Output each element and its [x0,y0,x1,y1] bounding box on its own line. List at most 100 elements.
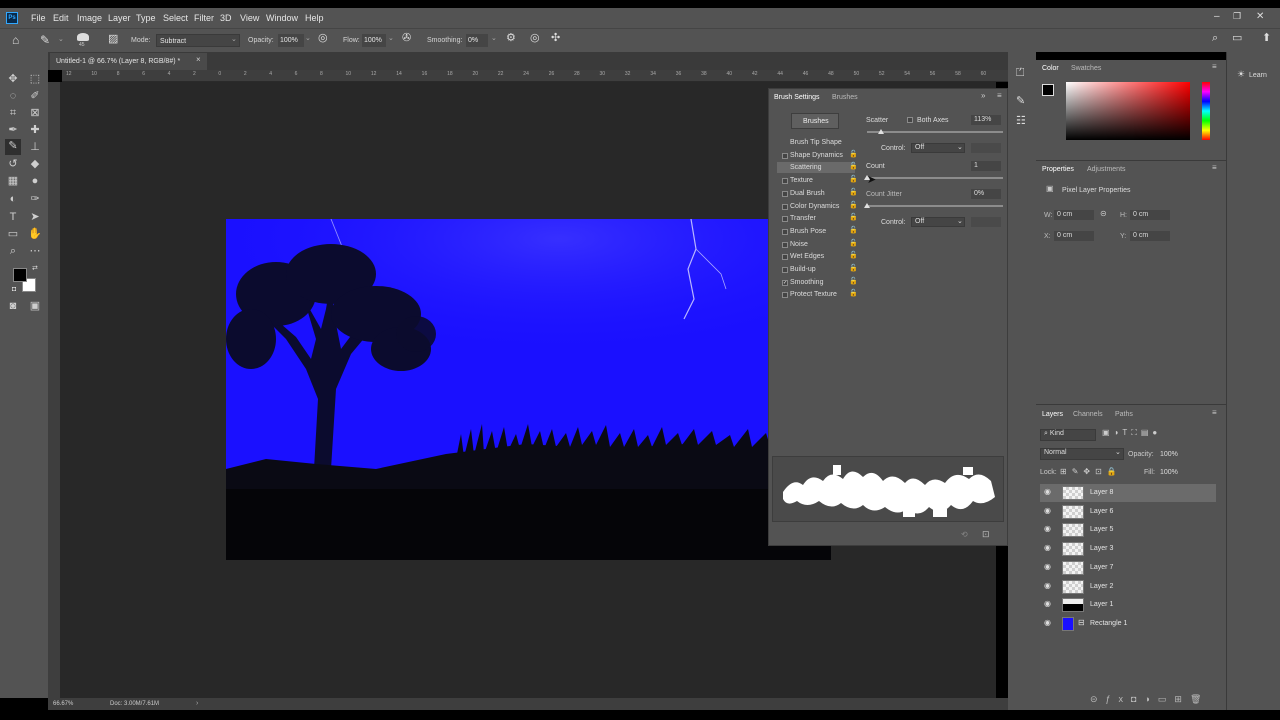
mode-select[interactable]: Subtract ⌄ [156,34,240,47]
quick-select-tool-icon[interactable]: ✐ [28,89,42,103]
quick-mask-icon[interactable]: ◙ [6,299,20,313]
eye-icon[interactable]: ◉ [1044,506,1051,515]
brush-option-checkbox[interactable] [782,254,788,261]
control2-select[interactable]: Off ⌄ [911,217,965,227]
brush-option-noise[interactable]: Noise [790,241,808,248]
photoshop-logo-icon[interactable]: Ps [6,12,18,24]
eye-icon[interactable]: ◉ [1044,544,1051,552]
hue-slider[interactable] [1202,82,1210,140]
x-input[interactable]: 0 cm [1054,231,1094,241]
menu-view[interactable]: View [240,14,259,23]
tab-brushes[interactable]: Brushes [832,94,858,101]
history-brush-tool-icon[interactable]: ↺ [6,157,20,171]
layer-row[interactable]: ◉ Layer 2 [1040,578,1216,596]
learn-label[interactable]: Learn [1249,72,1267,79]
airbrush-icon[interactable]: ✇ [402,33,411,44]
menu-image[interactable]: Image [77,14,102,23]
scatter-slider-thumb[interactable] [878,129,884,134]
chevron-right-icon[interactable]: › [196,700,198,707]
layer-opacity-value[interactable]: 100% [1160,451,1178,458]
menu-help[interactable]: Help [305,14,324,23]
brush-option-checkbox[interactable] [782,241,788,248]
chevron-down-icon[interactable]: ⌄ [388,35,394,42]
path-select-tool-icon[interactable]: ➤ [28,210,42,224]
count-jitter-slider[interactable] [867,205,1003,207]
type-tool-icon[interactable]: T [6,210,20,224]
brush-option-protect-texture[interactable]: Protect Texture [790,291,837,298]
stamp-tool-icon[interactable]: ⊥ [28,140,42,154]
eye-icon[interactable]: ◉ [1044,600,1051,608]
scatter-value-input[interactable]: 113% [971,115,1001,125]
brush-option-checkbox[interactable] [782,267,788,273]
pressure-opacity-icon[interactable]: ◎ [318,33,328,44]
brush-option-scattering[interactable]: Scattering [790,164,822,171]
tab-brush-settings[interactable]: Brush Settings [774,94,820,101]
healing-tool-icon[interactable]: ✚ [28,123,42,137]
gear-icon[interactable]: ⚙ [506,33,516,44]
h-input[interactable]: 0 cm [1130,210,1170,220]
lasso-tool-icon[interactable]: ◌ [6,89,20,103]
brush-option-wet-edges[interactable]: Wet Edges [790,253,824,260]
layer-row[interactable]: ◉ Layer 1 [1040,596,1216,614]
brush-tool-preset-icon[interactable]: ✎ [40,34,50,46]
control-select[interactable]: Off ⌄ [911,143,965,153]
share-icon[interactable]: ⬆ [1262,33,1271,44]
zoom-tool-icon[interactable]: ⌕ [6,244,20,258]
lock-icon[interactable]: 🔓 [849,227,858,234]
eye-icon[interactable]: ◉ [1044,562,1051,571]
create-brush-icon[interactable]: ⟲ [961,531,968,539]
menu-file[interactable]: File [31,14,46,23]
new-brush-icon[interactable]: ⊡ [982,530,990,539]
count-slider[interactable] [867,177,1003,179]
brush-option-smoothing[interactable]: Smoothing [790,279,823,286]
brush-option-dual-brush[interactable]: Dual Brush [790,190,825,197]
chevron-down-icon[interactable]: ⌄ [305,35,311,42]
brush-option-checkbox[interactable] [782,203,788,210]
brush-option-checkbox[interactable] [782,292,788,299]
frame-tool-icon[interactable]: ⊠ [28,106,42,120]
brush-settings-toggle-icon[interactable]: ▨ [108,34,118,45]
eraser-tool-icon[interactable]: ◆ [28,157,42,171]
brush-option-checkbox[interactable] [782,228,788,235]
brush-option-transfer[interactable]: Transfer [790,215,816,222]
eye-icon[interactable]: ◉ [1044,581,1051,590]
menu-type[interactable]: Type [136,14,156,23]
history-panel-icon[interactable]: ⏍ [1016,68,1024,79]
blur-tool-icon[interactable]: ● [28,174,42,188]
default-colors-icon[interactable]: ◘ [12,286,16,293]
collapse-panel-icon[interactable]: » [981,92,985,100]
eye-icon[interactable]: ◉ [1044,618,1051,627]
lock-icon[interactable]: 🔓 [849,176,858,183]
brushes-button[interactable]: Brushes [791,113,839,129]
eye-icon[interactable]: ◉ [1044,525,1051,533]
lightbulb-icon[interactable]: ☀ [1237,70,1245,79]
brush-option-checkbox[interactable] [782,178,788,185]
tab-channels[interactable]: Channels [1073,411,1103,418]
layer-row[interactable]: ◉ Layer 8 [1040,484,1216,502]
workspace-icon[interactable]: ▭ [1232,33,1242,44]
blend-mode-select[interactable]: Normal ⌄ [1040,448,1124,460]
lock-icon[interactable]: 🔓 [849,252,858,259]
foreground-color-chip[interactable] [1042,84,1054,96]
menu-filter[interactable]: Filter [194,14,214,23]
minimize-icon[interactable]: – [1214,12,1220,22]
menu-edit[interactable]: Edit [53,14,69,23]
layer-row[interactable]: ◉ Layer 6 [1040,503,1216,521]
screen-mode-icon[interactable]: ▣ [28,299,42,313]
shape-tool-icon[interactable]: ▭ [6,227,20,241]
layer-row[interactable]: ◉ Layer 5 [1040,521,1216,539]
w-input[interactable]: 0 cm [1054,210,1094,220]
brush-option-brush-pose[interactable]: Brush Pose [790,228,826,235]
gradient-tool-icon[interactable]: ▦ [6,174,20,188]
brush-option-checkbox[interactable] [782,216,788,223]
count-jitter-input[interactable]: 0% [971,189,1001,199]
layer-row[interactable]: ◉ ⊟ Rectangle 1 [1040,615,1216,633]
brush-option-checkbox[interactable] [782,190,788,197]
eyedropper-tool-icon[interactable]: ✒ [6,123,20,137]
lock-icon[interactable]: 🔓 [849,265,858,272]
adjust-panel-icon[interactable]: ☷ [1016,116,1026,127]
brush-option-checkbox[interactable]: ✓ [782,279,788,286]
panel-menu-icon[interactable]: ≡ [1212,409,1217,417]
layer-row[interactable]: ◉ Layer 7 [1040,559,1216,577]
eye-icon[interactable]: ◉ [1044,488,1051,496]
